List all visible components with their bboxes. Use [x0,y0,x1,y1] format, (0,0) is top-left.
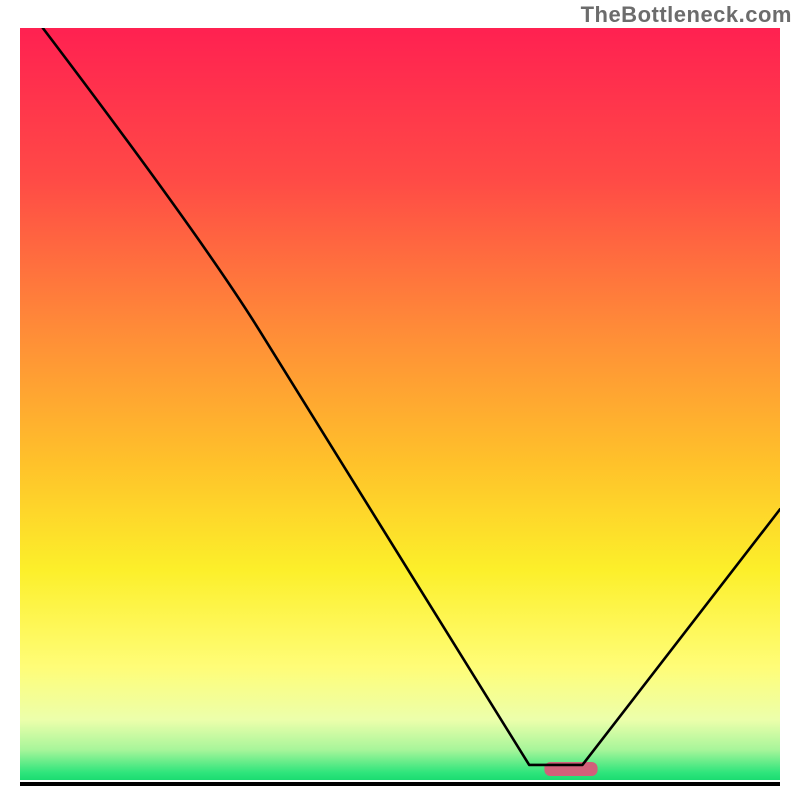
plot-area [20,28,780,780]
chart-svg [20,28,780,780]
gradient-background [20,28,780,780]
chart-container: TheBottleneck.com [0,0,800,800]
watermark-text: TheBottleneck.com [581,2,792,28]
x-axis-line [20,782,780,786]
